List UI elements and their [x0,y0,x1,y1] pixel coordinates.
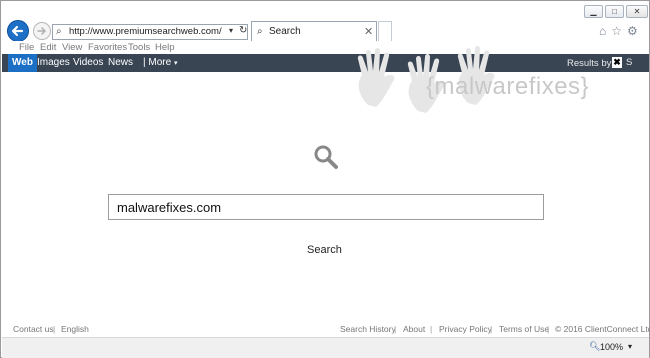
maximize-button[interactable]: □ [605,5,624,18]
footer-separator: | [430,324,433,334]
page-footer: Contact us | English Search History | Ab… [2,324,650,336]
search-icon [314,145,338,169]
menu-view[interactable]: View [62,42,82,53]
copyright-text: © 2016 ClientConnect Ltd [555,324,650,334]
caret-down-icon: ▾ [173,60,178,67]
footer-separator: | [394,324,397,334]
tab-title: Search [269,26,301,37]
terms-of-use-link[interactable]: Terms of Use [499,324,549,334]
close-tab-icon[interactable]: ✕ [364,25,373,38]
contact-us-link[interactable]: Contact us [13,324,54,334]
footer-separator: | [547,324,550,334]
footer-separator: | [490,324,493,334]
address-bar[interactable]: ⌕ http://www.premiumsearchweb.com/ ▾ ↻ [52,24,248,40]
tab-images[interactable]: Images [37,57,70,68]
privacy-policy-link[interactable]: Privacy Policy [439,324,492,334]
chevron-down-icon[interactable]: ▾ [229,26,233,35]
tab-more-label: | More [143,57,172,68]
refresh-icon[interactable]: ↻ [239,25,247,36]
tab-more[interactable]: | More ▾ [143,57,177,68]
close-window-button[interactable]: ✕ [626,5,648,18]
tab-news[interactable]: News [108,57,133,68]
watermark-text: {malwarefixes} [426,73,590,100]
tab-web[interactable]: Web [8,54,37,72]
favorites-star-icon[interactable]: ☆ [611,24,622,38]
tab-videos[interactable]: Videos [73,57,103,68]
search-input-value: malwarefixes.com [117,200,222,215]
toolbar-icons: ⌂ ☆ ⚙ [599,24,638,38]
about-link[interactable]: About [403,324,425,334]
menu-edit[interactable]: Edit [40,42,56,53]
search-nav-bar: Web Images Videos News | More ▾ Results … [2,54,649,72]
search-icon: ⌕ [56,26,62,37]
address-url[interactable]: http://www.premiumsearchweb.com/ [69,26,222,37]
search-history-link[interactable]: Search History [340,324,396,334]
footer-separator: | [53,324,56,334]
menu-help[interactable]: Help [155,42,175,53]
provider-name: S [626,57,633,68]
window-controls: ▁ □ ✕ [584,5,648,18]
provider-logo-icon: ✖ [612,57,622,68]
search-button[interactable]: Search [307,244,342,256]
back-arrow-icon [11,25,24,37]
chevron-down-icon[interactable]: ▾ [628,342,632,351]
forward-arrow-icon [37,27,47,35]
home-icon[interactable]: ⌂ [599,24,606,38]
browser-tab[interactable]: ⌕ Search ✕ [251,21,377,41]
zoom-magnifier-icon: 🔍︎ [589,341,601,351]
menu-file[interactable]: File [19,42,34,53]
menu-bar: File Edit View Favorites Tools Help [2,41,649,55]
minimize-button[interactable]: ▁ [584,5,603,18]
back-button[interactable] [7,20,29,42]
search-icon: ⌕ [257,26,263,37]
language-link[interactable]: English [61,324,89,334]
forward-button[interactable] [33,22,51,40]
search-input[interactable]: malwarefixes.com [108,194,544,220]
new-tab-button[interactable] [378,21,392,41]
gear-icon[interactable]: ⚙ [627,24,638,38]
zoom-level[interactable]: 100% [600,342,623,352]
browser-window: ⌕ http://www.premiumsearchweb.com/ ▾ ↻ ⌕… [0,0,650,358]
menu-tools[interactable]: Tools [128,42,150,53]
status-bar: 🔍︎ 100% ▾ [2,337,649,358]
menu-favorites[interactable]: Favorites [88,42,127,53]
results-by-label: Results by [567,58,612,69]
browser-chrome: ⌕ http://www.premiumsearchweb.com/ ▾ ↻ ⌕… [1,1,649,42]
